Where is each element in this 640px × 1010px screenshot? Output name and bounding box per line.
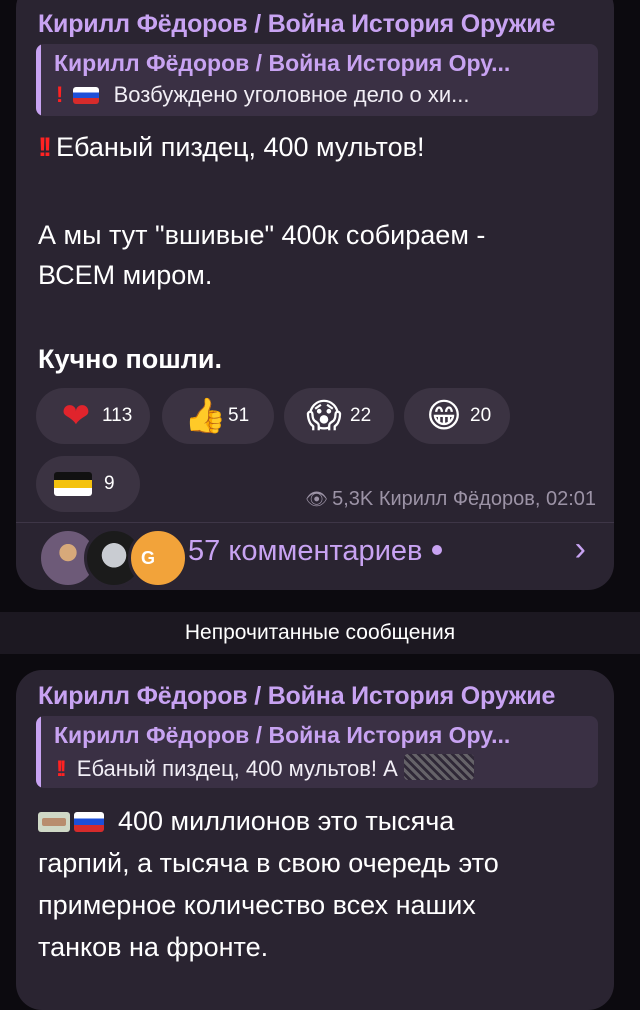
exclamation-icon: ! <box>56 82 64 107</box>
post-line-2: гарпий, а тысяча в свою очередь это <box>38 848 499 878</box>
double-exclamation-icon: !! <box>38 132 52 162</box>
post-text: Ебаный пиздец, 400 мультов! <box>55 132 425 162</box>
reaction-count: 113 <box>102 405 133 426</box>
channel-post: Кирилл Фёдоров / Война История Оружие Ки… <box>16 670 614 1010</box>
post-meta-text: 5,3K Кирилл Фёдоров, 02:01 <box>332 488 596 510</box>
reaction-thumbs-up[interactable]: 👍 51 <box>162 388 274 444</box>
reply-accent-bar <box>36 716 41 788</box>
divider <box>16 522 614 523</box>
post-text: 400 миллионов это тысяча <box>118 806 455 836</box>
post-author[interactable]: Кирилл Фёдоров / Война История Оружие <box>38 10 555 39</box>
unread-label: Непрочитанные сообщения <box>184 621 456 644</box>
new-comments-dot <box>432 545 443 555</box>
reply-author: Кирилл Фёдоров / Война История Ору... <box>54 722 511 748</box>
reaction-heart[interactable]: ❤ 113 <box>36 388 150 444</box>
post-meta: 👁 5,3K Кирилл Фёдоров, 02:01 <box>305 488 596 511</box>
comments-link[interactable]: 57 комментариев <box>188 535 443 568</box>
imperial-flag-icon <box>54 472 92 496</box>
reply-text-row: !! Ебаный пиздец, 400 мультов! А <box>56 754 586 782</box>
post-line-3: ВСЕМ миром. <box>38 260 213 290</box>
post-line-1: 400 миллионов это тысяча <box>38 806 454 837</box>
reaction-count: 22 <box>350 405 372 426</box>
scream-face-icon: 😱 <box>306 397 342 435</box>
spoiler-blur[interactable] <box>403 754 474 780</box>
post-author[interactable]: Кирилл Фёдоров / Война История Оружие <box>38 682 555 711</box>
reply-text-row: ! Возбуждено уголовное дело о хи... <box>56 82 586 108</box>
heart-icon: ❤ <box>61 397 91 435</box>
post-line-4: Кучно пошли. <box>38 344 223 374</box>
channel-post: Кирилл Фёдоров / Война История Оружие Ки… <box>16 0 614 590</box>
reaction-count: 20 <box>470 405 492 426</box>
reply-accent-bar <box>36 44 41 116</box>
reaction-scream[interactable]: 😱 22 <box>284 388 394 444</box>
reaction-count: 51 <box>228 405 250 426</box>
post-line-3: примерное количество всех наших <box>38 890 476 920</box>
post-line-4: танков на фронте. <box>38 932 269 962</box>
reaction-grin[interactable]: 😁 20 <box>404 388 510 444</box>
money-icon <box>38 812 70 832</box>
reply-text: Возбуждено уголовное дело о хи... <box>113 82 470 107</box>
reply-author: Кирилл Фёдоров / Война История Ору... <box>54 50 511 76</box>
reply-text: Ебаный пиздец, 400 мультов! А <box>76 756 398 781</box>
russian-flag-icon <box>73 87 100 104</box>
post-line-1: !! Ебаный пиздец, 400 мультов! <box>38 132 424 163</box>
reaction-imperial-flag[interactable]: 9 <box>36 456 140 512</box>
avatar-letter: G <box>140 548 155 568</box>
russian-flag-icon <box>74 812 104 832</box>
commenter-avatar: G <box>128 528 188 588</box>
chevron-right-icon[interactable]: › <box>575 530 586 569</box>
reaction-count: 9 <box>104 473 115 494</box>
views-eye-icon: 👁 <box>305 489 329 509</box>
double-exclamation-icon: !! <box>56 756 66 781</box>
reply-preview[interactable]: Кирилл Фёдоров / Война История Ору... ! … <box>36 44 598 116</box>
reply-preview[interactable]: Кирилл Фёдоров / Война История Ору... !!… <box>36 716 598 788</box>
thumbs-up-icon: 👍 <box>184 397 227 435</box>
comments-label: 57 комментариев <box>188 535 423 567</box>
post-line-2: А мы тут "вшивые" 400к собираем - <box>38 220 486 250</box>
unread-messages-separator: Непрочитанные сообщения <box>0 612 640 654</box>
grin-face-icon: 😁 <box>426 397 462 435</box>
